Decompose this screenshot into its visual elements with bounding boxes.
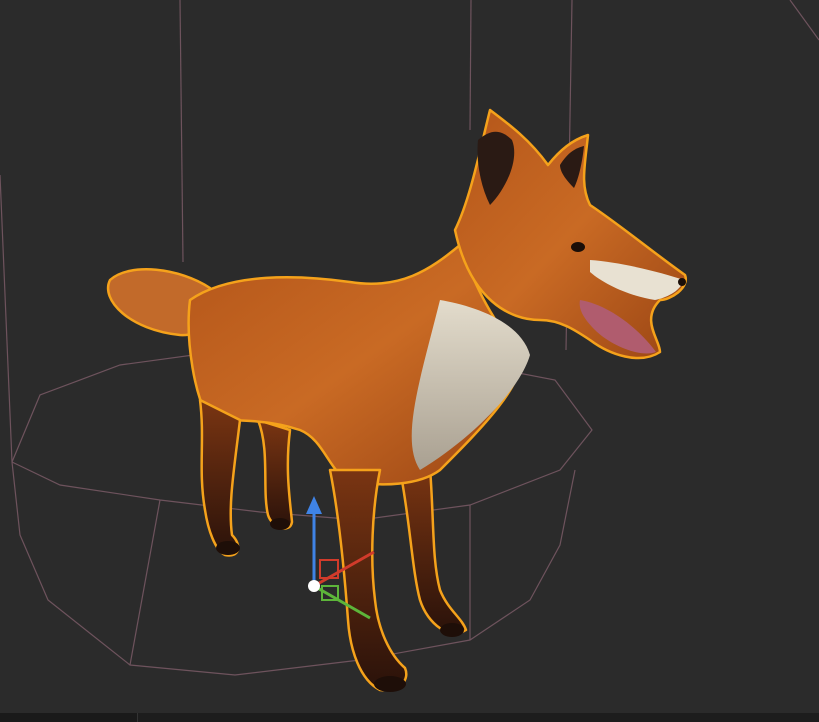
paw [374, 676, 406, 692]
wire-line [179, 0, 184, 263]
gizmo-pivot-icon[interactable] [308, 580, 320, 592]
viewport-bottom-bar [0, 713, 819, 722]
3d-viewport[interactable] [0, 0, 819, 722]
eye [571, 242, 585, 252]
wire-line [129, 499, 161, 666]
viewport-scene [0, 0, 819, 692]
paw [440, 623, 464, 637]
wire-bottom-ring [11, 461, 576, 676]
nose [678, 278, 686, 286]
front-leg-back [398, 466, 468, 635]
paw [270, 518, 290, 530]
gizmo-z-arrow-icon[interactable] [306, 496, 322, 514]
wire-line [0, 174, 13, 463]
bottom-bar-segment [0, 713, 138, 722]
paw [216, 541, 240, 555]
hind-leg-front [198, 398, 242, 557]
wire-line [469, 0, 472, 131]
fox-model[interactable] [106, 108, 688, 692]
front-leg-front [328, 468, 408, 692]
wire-line [789, 0, 819, 41]
